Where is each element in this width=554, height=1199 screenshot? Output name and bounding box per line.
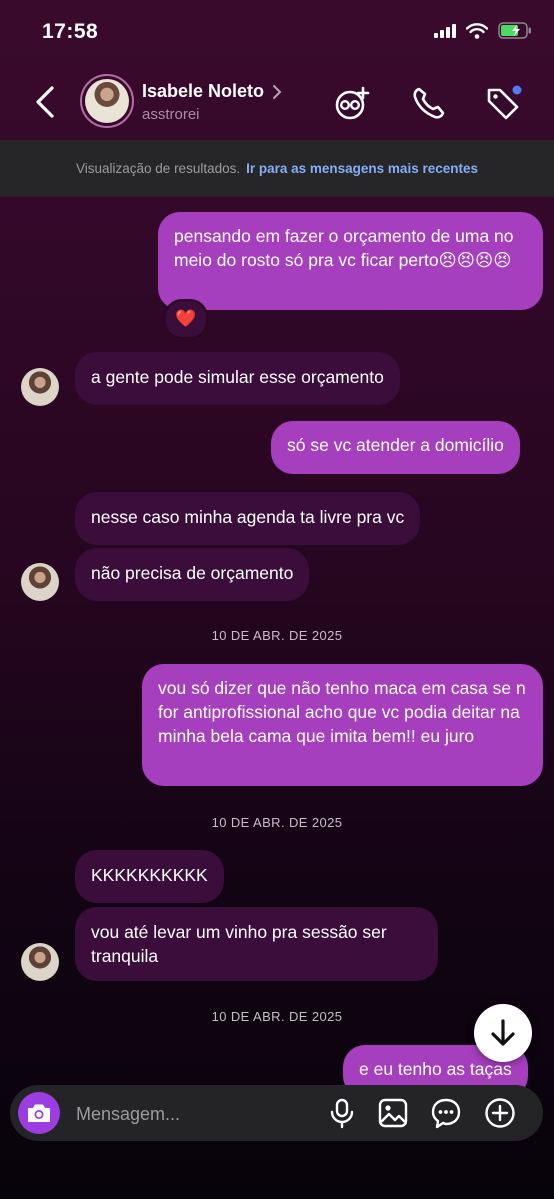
date-separator: 10 DE ABR. DE 2025 xyxy=(211,1009,343,1024)
chevron-right-icon xyxy=(273,84,282,99)
date-separator: 10 DE ABR. DE 2025 xyxy=(211,815,343,830)
contact-username: asstrorei xyxy=(142,106,200,123)
message-incoming[interactable]: vou até levar um vinho pra sessão ser tr… xyxy=(75,907,438,981)
avatar-image xyxy=(85,79,129,123)
heart-reaction[interactable]: ❤️ xyxy=(164,299,208,339)
message-incoming[interactable]: KKKKKKKKKK xyxy=(75,850,224,903)
sender-avatar[interactable] xyxy=(21,563,59,601)
back-icon[interactable] xyxy=(30,84,64,120)
plus-icon[interactable] xyxy=(484,1097,516,1129)
contact-name-row[interactable]: Isabele Noleto xyxy=(142,81,282,102)
chat-header: Isabele Noleto asstrorei xyxy=(0,64,554,140)
contact-name: Isabele Noleto xyxy=(142,81,265,101)
gallery-icon[interactable] xyxy=(377,1097,409,1129)
status-icons xyxy=(434,22,532,39)
camera-button[interactable] xyxy=(18,1092,60,1134)
status-time: 17:58 xyxy=(42,20,99,43)
notification-dot xyxy=(512,85,522,95)
wifi-icon xyxy=(466,22,488,39)
message-input[interactable] xyxy=(74,1085,318,1143)
status-bar: 17:58 xyxy=(0,0,554,64)
camera-icon xyxy=(28,1104,50,1122)
tag-icon[interactable] xyxy=(484,84,522,122)
sender-avatar[interactable] xyxy=(21,943,59,981)
phone-icon[interactable] xyxy=(410,84,448,122)
message-incoming[interactable]: a gente pode simular esse orçamento xyxy=(75,352,400,405)
cellular-signal-icon xyxy=(434,23,456,38)
jump-to-recent-link[interactable]: Ir para as mensagens mais recentes xyxy=(246,161,478,176)
message-outgoing[interactable]: vou só dizer que não tenho maca em casa … xyxy=(142,664,543,786)
search-results-banner: Visualização de resultados. Ir para as m… xyxy=(0,140,554,197)
message-outgoing[interactable]: pensando em fazer o orçamento de uma no … xyxy=(158,212,543,310)
message-outgoing[interactable]: só se vc atender a domicílio xyxy=(271,421,520,474)
sticker-icon[interactable] xyxy=(430,1097,462,1129)
battery-icon xyxy=(498,22,531,39)
reaction-emoji: ❤️ xyxy=(175,309,197,328)
contact-avatar[interactable] xyxy=(80,74,134,128)
message-composer xyxy=(10,1085,543,1143)
scroll-to-bottom-button[interactable] xyxy=(474,1004,532,1062)
microphone-icon[interactable] xyxy=(326,1097,358,1129)
message-incoming[interactable]: não precisa de orçamento xyxy=(75,548,310,601)
banner-text: Visualização de resultados. xyxy=(76,161,241,176)
video-call-icon[interactable] xyxy=(334,84,372,122)
sender-avatar[interactable] xyxy=(21,368,59,406)
arrow-down-icon xyxy=(491,1019,515,1046)
message-incoming[interactable]: nesse caso minha agenda ta livre pra vc xyxy=(75,492,421,545)
date-separator: 10 DE ABR. DE 2025 xyxy=(211,628,343,643)
